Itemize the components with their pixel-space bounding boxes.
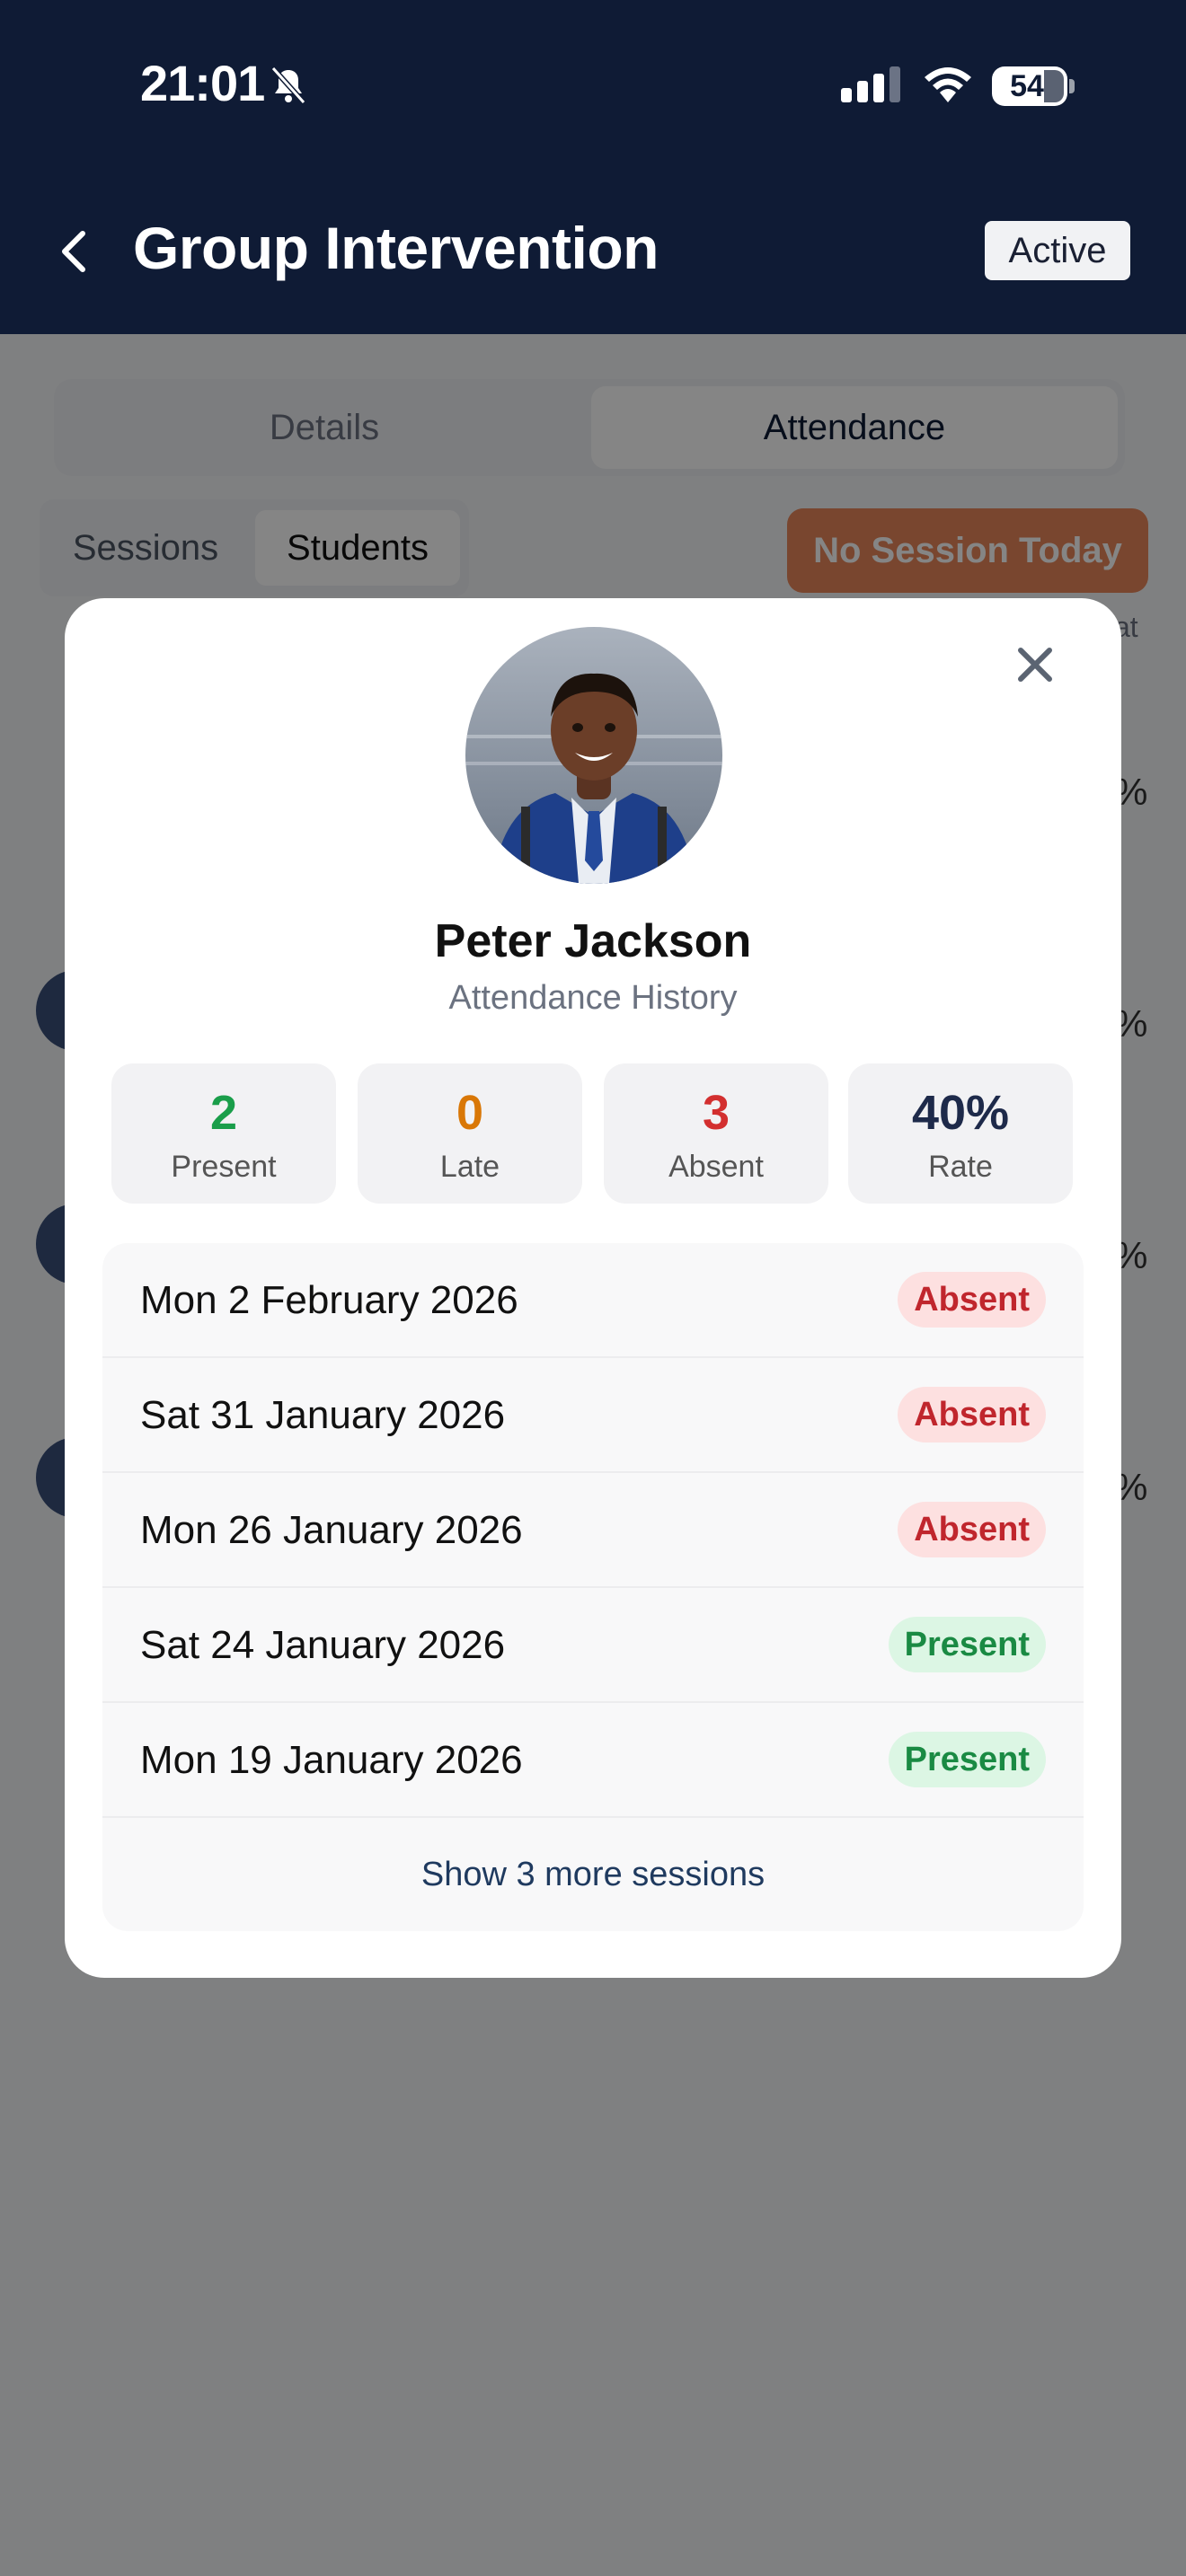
student-name: Peter Jackson	[434, 915, 752, 967]
status-badge: Active	[985, 221, 1130, 280]
session-history-list: Mon 2 February 2026 Absent Sat 31 Januar…	[102, 1243, 1084, 1931]
session-date: Sat 31 January 2026	[140, 1393, 506, 1437]
list-item: Mon 26 January 2026 Absent	[102, 1473, 1084, 1588]
session-date: Mon 19 January 2026	[140, 1738, 523, 1782]
stat-label: Absent	[668, 1150, 764, 1184]
session-date: Mon 26 January 2026	[140, 1508, 523, 1552]
bell-muted-icon	[270, 66, 306, 105]
list-item: Mon 19 January 2026 Present	[102, 1703, 1084, 1818]
status-bar: 21:01 54	[0, 0, 1186, 171]
status-badge: Absent	[898, 1272, 1046, 1328]
wifi-icon	[925, 67, 971, 102]
attendance-history-modal: Peter Jackson Attendance History 2 Prese…	[65, 598, 1121, 1978]
session-date: Sat 24 January 2026	[140, 1623, 506, 1667]
nav-bar: Group Intervention Active	[0, 171, 1186, 334]
show-more-sessions-button[interactable]: Show 3 more sessions	[102, 1818, 1084, 1931]
stat-absent: 3 Absent	[604, 1063, 828, 1204]
status-badge: Absent	[898, 1387, 1046, 1442]
app-header: 21:01 54 Group Intervention Active	[0, 0, 1186, 334]
cellular-signal-icon	[841, 66, 900, 102]
stat-present: 2 Present	[111, 1063, 336, 1204]
stat-value: 2	[209, 1086, 238, 1140]
back-chevron-icon[interactable]	[56, 225, 92, 278]
battery-indicator: 54	[992, 66, 1075, 106]
stat-value: 3	[702, 1086, 730, 1140]
close-icon[interactable]	[999, 629, 1071, 701]
list-item: Sat 31 January 2026 Absent	[102, 1358, 1084, 1473]
page-title: Group Intervention	[133, 215, 659, 281]
modal-subtitle: Attendance History	[448, 979, 738, 1017]
session-date: Mon 2 February 2026	[140, 1278, 518, 1322]
stat-value: 0	[456, 1086, 484, 1140]
stat-late: 0 Late	[358, 1063, 582, 1204]
status-badge: Present	[888, 1617, 1046, 1672]
status-badge: Present	[888, 1732, 1046, 1787]
clock: 21:01	[140, 55, 265, 111]
stat-label: Present	[171, 1150, 277, 1184]
list-item: Mon 2 February 2026 Absent	[102, 1243, 1084, 1358]
status-badge: Absent	[898, 1502, 1046, 1557]
stat-label: Late	[439, 1150, 500, 1184]
stat-rate: 40% Rate	[848, 1063, 1073, 1204]
list-item: Sat 24 January 2026 Present	[102, 1588, 1084, 1703]
stat-label: Rate	[928, 1150, 993, 1184]
stat-value: 40%	[911, 1086, 1010, 1140]
student-avatar	[465, 627, 722, 884]
battery-level-text: 54	[1010, 69, 1044, 103]
